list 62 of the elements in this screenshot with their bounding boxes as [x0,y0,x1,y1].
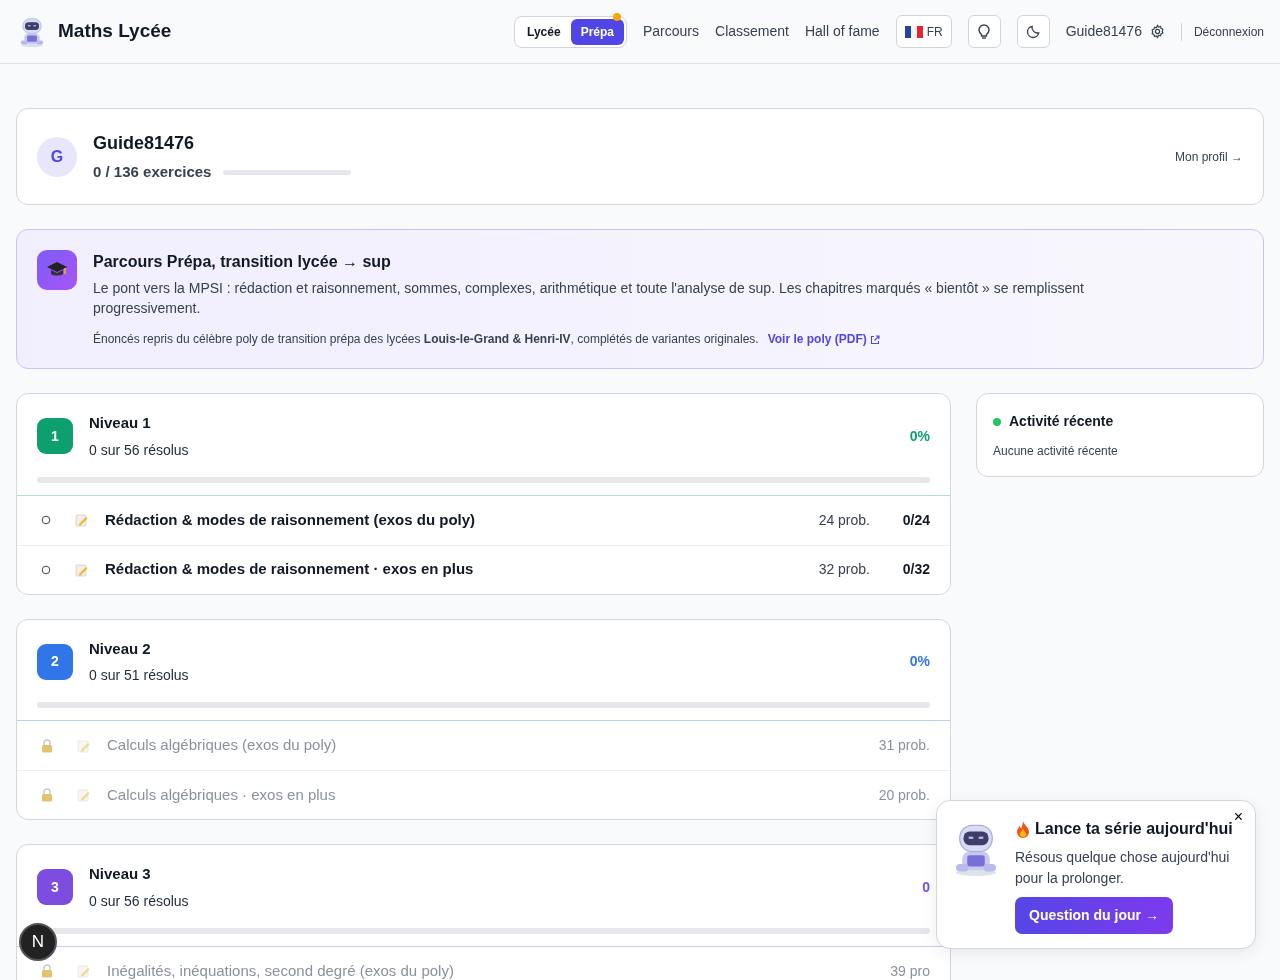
profile-name: Guide81476 [93,131,196,155]
chapter-title: Rédaction & modes de raisonnement (exos du poly) [105,509,476,530]
problem-count: 24 prob. [818,510,870,530]
close-button[interactable]: × [1231,807,1245,827]
nav-link[interactable]: Classement [715,21,789,42]
chapter-score: 0/32 [901,560,930,579]
external-link-icon [870,334,881,345]
memo-icon [77,964,91,978]
level-percent: 0% [909,652,930,672]
level-title: Niveau 3 [89,864,152,884]
problem-count: 39 pro [890,961,930,980]
level-badge: 2 [37,643,73,680]
level-badge: 1 [37,418,73,455]
solved-count: 0 sur 56 résolus [89,440,189,460]
mode-option[interactable]: Prépa [570,18,624,45]
settings-icon[interactable] [1149,24,1165,39]
app-name[interactable]: Maths Lycée [58,17,172,46]
chapter-title: Rédaction & modes de raisonnement · exos en plus [105,559,474,580]
memo-icon [77,788,91,802]
banner-title: Parcours Prépa, transition lycée → sup [93,252,392,272]
activity-empty-text: Aucune activité récente [993,443,1119,460]
nav-link[interactable]: Hall of fame [804,21,880,42]
problem-count: 31 prob. [878,736,930,755]
problem-count: 20 prob. [878,785,930,805]
chapter-score: 0/24 [901,510,930,530]
chapter-title: Calculs algébriques (exos du poly) [107,735,337,756]
solved-count: 0 sur 51 résolus [89,666,189,685]
moon-icon [1025,24,1041,39]
level-title: Niveau 1 [89,413,152,433]
poly-link[interactable]: Voir le poly (PDF) [767,330,881,348]
chapter-title: Inégalités, inéquations, second degré (exos du poly) [107,960,454,980]
mode-option[interactable]: Lycée [517,18,571,45]
source-note: Énoncés repris du célèbre poly de transition prépa des lycées Louis-le-Grand & Henri-IV, complétés de variantes originales. [93,330,759,348]
popup-title: Lance ta série aujourd'hui [1035,819,1233,839]
flag-icon [904,25,923,38]
level-percent: 0% [909,426,930,446]
language-button[interactable]: FR [895,15,952,48]
chapter-title: Calculs algébriques · exos en plus [107,784,336,805]
memo-icon [77,738,91,753]
profile-link[interactable]: Mon profil → [1174,147,1243,166]
nav-link[interactable]: Parcours [643,21,699,42]
problem-count: 32 prob. [818,560,870,579]
avatar: G [37,136,77,177]
robot-icon [18,15,46,48]
daily-question-button[interactable]: Question du jour → [1015,897,1173,934]
lightbulb-icon [977,23,992,40]
live-dot-icon [993,417,1001,426]
tip-button[interactable] [967,15,1001,48]
memo-icon [75,562,89,577]
banner-description: Le pont vers la MPSI : rédaction et raisonnement, sommes, complexes, arithmétique et toute l'analyse de sup. Les chapitres marqués « bientôt » se remplissent progressivement. [93,279,1085,318]
logout-link[interactable]: Déconnexion [1193,22,1264,41]
username[interactable]: Guide81476 [1065,21,1142,42]
solved-count: 0 sur 56 résolus [89,891,189,911]
popup-message: Résous quelque chose aujourd'hui pour la prolonger. [1015,848,1231,888]
level-badge: 3 [37,869,73,906]
activity-title: Activité récente [1009,412,1114,431]
theme-button[interactable] [1016,15,1050,48]
progress-text: 0 / 136 exercices [93,161,212,182]
memo-icon [75,513,89,527]
flame-icon [1015,819,1031,839]
level-title: Niveau 2 [89,638,152,659]
level-percent: 0 [922,877,930,897]
